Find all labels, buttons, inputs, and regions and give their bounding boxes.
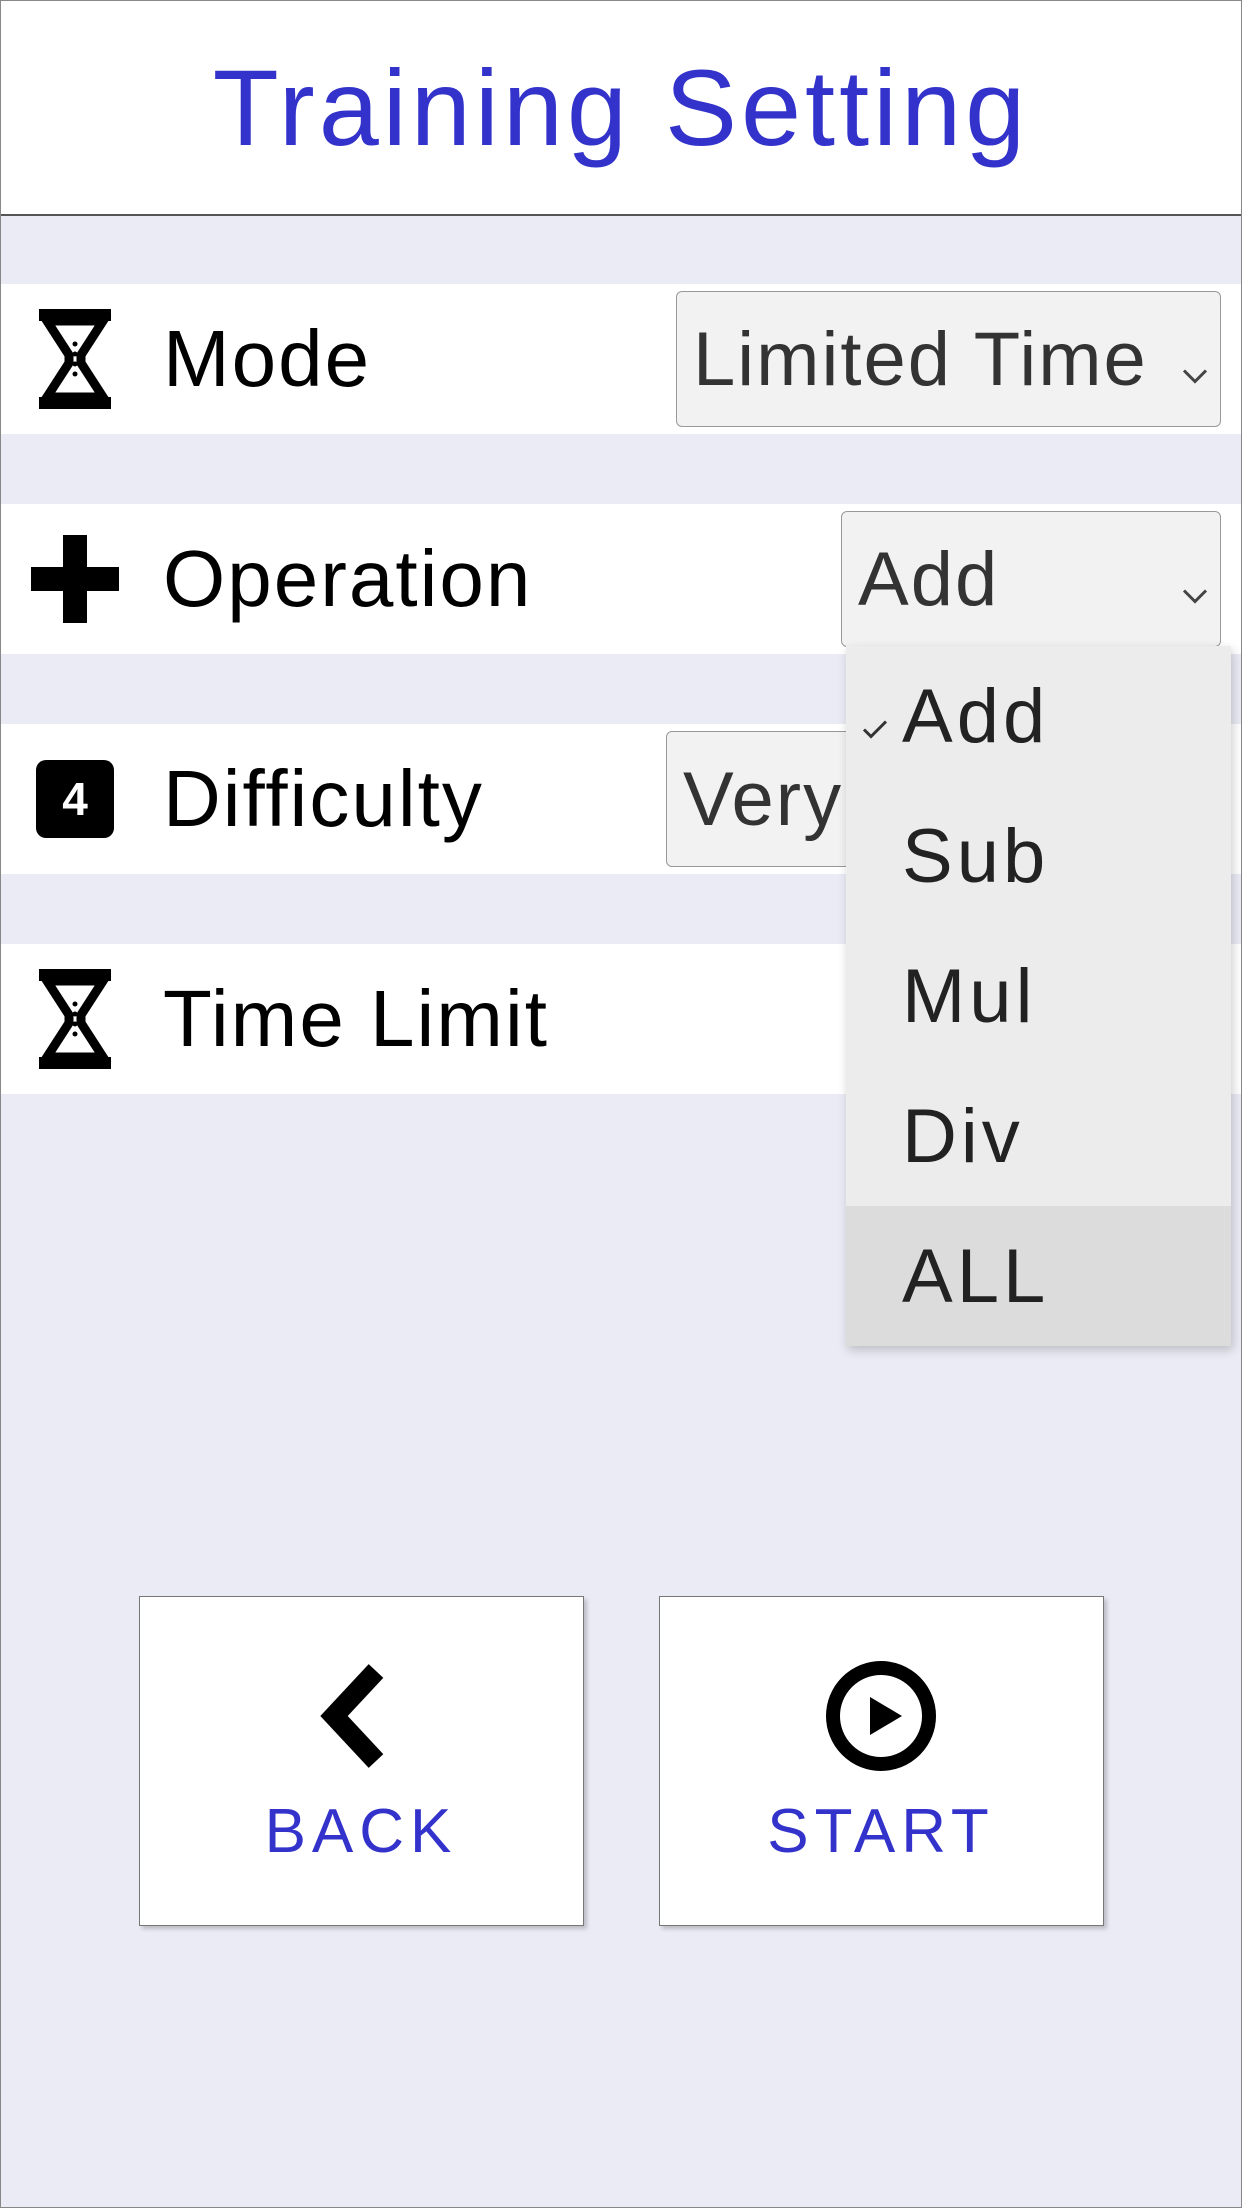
option-label: ALL [902, 1233, 1049, 1320]
play-circle-icon [821, 1656, 941, 1776]
back-button[interactable]: BACK [139, 1596, 584, 1926]
level-icon: 4 [29, 753, 121, 845]
difficulty-value: Very [683, 756, 843, 843]
difficulty-label: Difficulty [163, 753, 666, 845]
back-label: BACK [265, 1796, 458, 1867]
option-label: Mul [902, 953, 1036, 1040]
operation-option-div[interactable]: Div [846, 1066, 1231, 1206]
start-label: START [767, 1796, 995, 1867]
start-button[interactable]: START [659, 1596, 1104, 1926]
plus-icon [29, 533, 121, 625]
operation-value: Add [858, 536, 999, 623]
chevron-down-icon [1182, 316, 1208, 403]
operation-dropdown-menu: Add Sub Mul Div ALL [846, 646, 1231, 1346]
check-icon [861, 673, 889, 760]
mode-row: Mode Limited Time [1, 284, 1241, 434]
option-label: Sub [902, 813, 1049, 900]
mode-dropdown[interactable]: Limited Time [676, 291, 1221, 427]
mode-value: Limited Time [693, 316, 1148, 403]
operation-label: Operation [163, 533, 841, 625]
operation-dropdown[interactable]: Add [841, 511, 1221, 647]
page-header: Training Setting [1, 1, 1241, 216]
option-label: Add [902, 673, 1049, 760]
hourglass-icon [29, 973, 121, 1065]
action-button-bar: BACK START [1, 1596, 1241, 1926]
operation-option-add[interactable]: Add [846, 646, 1231, 786]
option-label: Div [902, 1093, 1024, 1180]
chevron-down-icon [1182, 536, 1208, 623]
mode-label: Mode [163, 313, 676, 405]
svg-text:4: 4 [62, 773, 88, 825]
operation-row: Operation Add [1, 504, 1241, 654]
page-title: Training Setting [213, 45, 1029, 170]
operation-option-all[interactable]: ALL [846, 1206, 1231, 1346]
chevron-left-icon [301, 1656, 421, 1776]
hourglass-icon [29, 313, 121, 405]
operation-option-sub[interactable]: Sub [846, 786, 1231, 926]
operation-option-mul[interactable]: Mul [846, 926, 1231, 1066]
